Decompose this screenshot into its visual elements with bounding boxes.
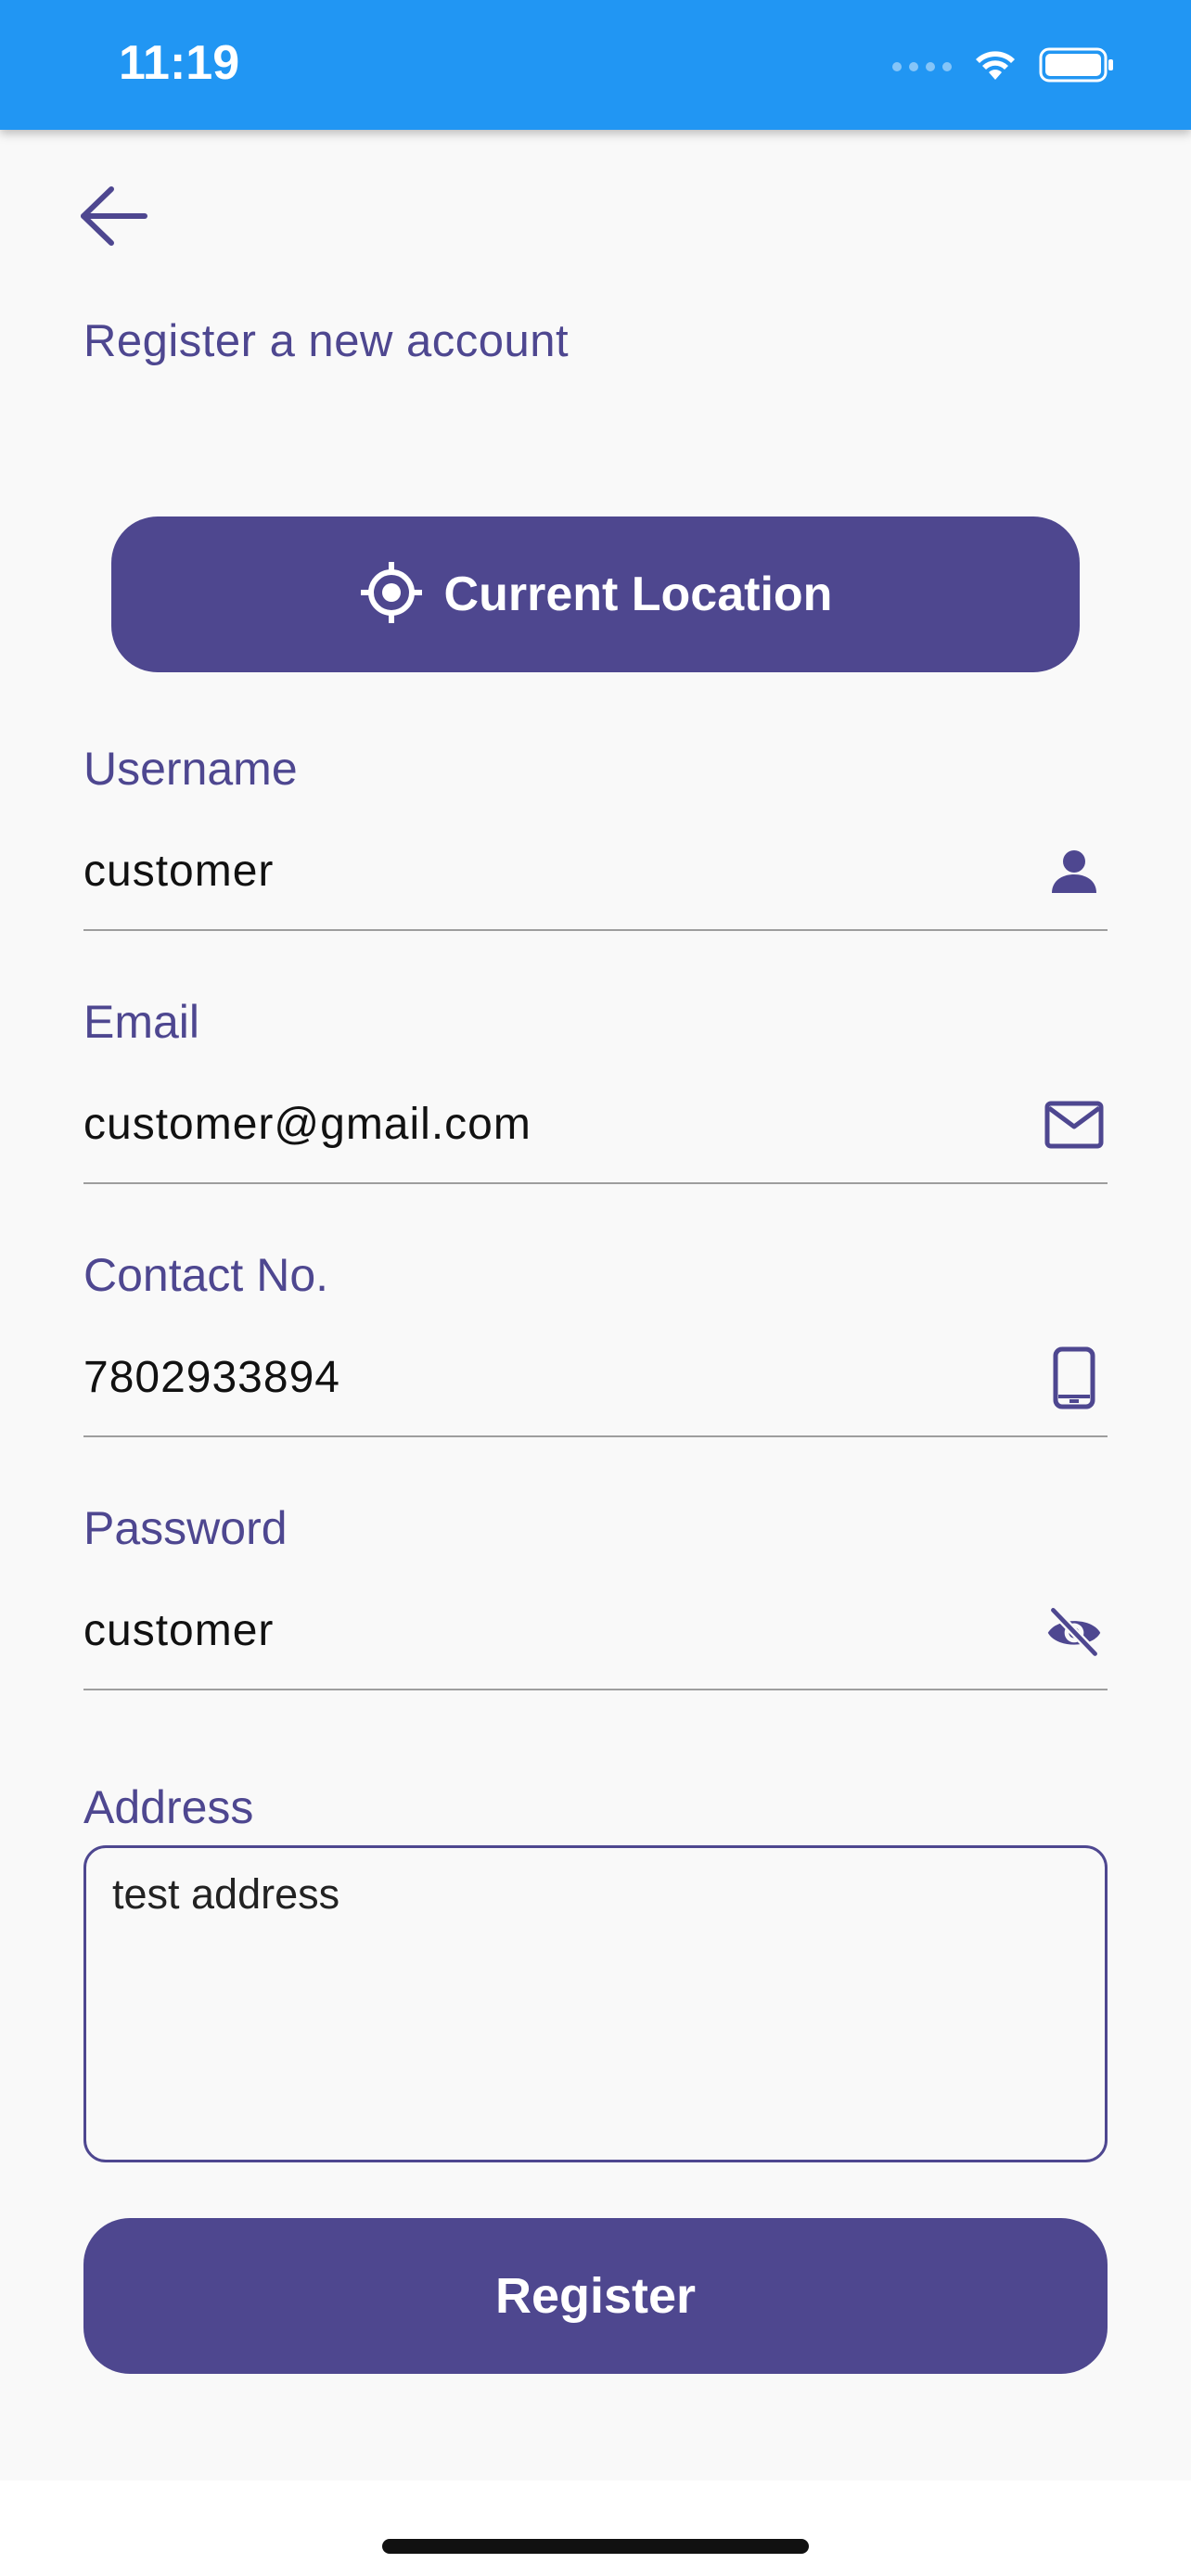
gps-target-icon <box>359 560 424 630</box>
register-button[interactable]: Register <box>83 2218 1108 2374</box>
status-icons <box>892 41 1115 93</box>
address-label: Address <box>83 1781 254 1833</box>
status-bar: 11:19 <box>0 0 1191 130</box>
phone-icon <box>1044 1346 1104 1409</box>
address-textarea[interactable]: test address <box>83 1845 1108 2162</box>
wifi-icon <box>972 46 1018 88</box>
status-time: 11:19 <box>119 36 240 90</box>
contact-input[interactable]: 7802933894 <box>83 1335 1108 1437</box>
battery-icon <box>1039 46 1115 88</box>
contact-value: 7802933894 <box>83 1353 340 1402</box>
contact-label: Contact No. <box>83 1249 329 1301</box>
arrow-left-icon <box>78 185 148 251</box>
username-value: customer <box>83 847 275 896</box>
mail-icon <box>1044 1095 1104 1154</box>
password-value: customer <box>83 1606 275 1655</box>
email-value: customer@gmail.com <box>83 1100 531 1149</box>
address-value: test address <box>112 1870 340 1918</box>
person-icon <box>1044 842 1104 901</box>
current-location-label: Current Location <box>443 567 833 621</box>
register-screen: Register a new account Current Location … <box>0 130 1191 2480</box>
back-button[interactable] <box>78 176 161 260</box>
email-input[interactable]: customer@gmail.com <box>83 1082 1108 1184</box>
signal-icon <box>892 62 952 71</box>
register-label: Register <box>494 2268 697 2324</box>
email-label: Email <box>83 996 200 1048</box>
current-location-button[interactable]: Current Location <box>111 516 1080 672</box>
username-input[interactable]: customer <box>83 829 1108 931</box>
password-input[interactable]: customer <box>83 1588 1108 1690</box>
page-title: Register a new account <box>83 316 570 366</box>
password-label: Password <box>83 1502 288 1554</box>
username-label: Username <box>83 743 298 795</box>
home-indicator[interactable] <box>382 2539 809 2554</box>
eye-off-icon[interactable] <box>1044 1601 1104 1661</box>
